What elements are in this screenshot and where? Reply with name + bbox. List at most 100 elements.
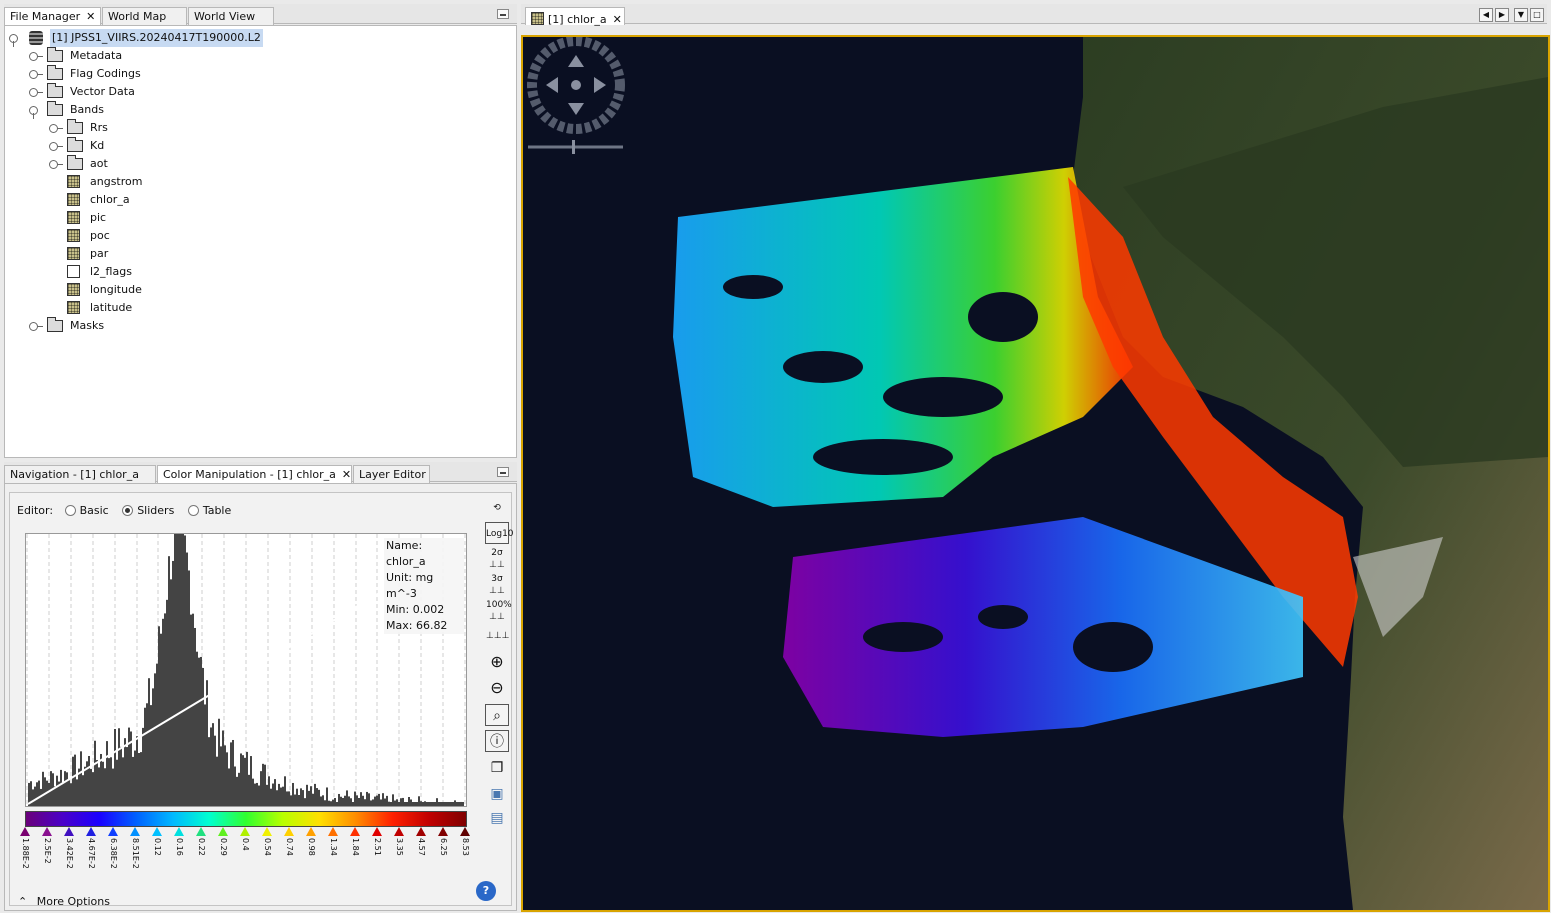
slider-handle[interactable] bbox=[416, 827, 426, 836]
histogram-bar bbox=[344, 795, 346, 806]
tab-image-chlor-a[interactable]: [1] chlor_a ✕ bbox=[525, 7, 625, 26]
histogram-bar bbox=[300, 788, 302, 806]
stretch-2sigma-button[interactable]: 2σ ⊥⊥ bbox=[485, 546, 509, 570]
slider-handle[interactable] bbox=[108, 827, 118, 836]
slider-handle[interactable] bbox=[394, 827, 404, 836]
import-icon[interactable]: ▣ bbox=[485, 782, 509, 804]
histogram-bar bbox=[220, 746, 222, 806]
radio-basic[interactable]: Basic bbox=[64, 504, 109, 517]
slider-handle[interactable] bbox=[240, 827, 250, 836]
tab-color-manipulation[interactable]: Color Manipulation - [1] chlor_a ✕ bbox=[157, 465, 352, 483]
more-options-toggle[interactable]: ⌃ More Options bbox=[18, 895, 110, 908]
histogram-bar bbox=[186, 552, 188, 806]
slider-tick-label: 2.5E-2 bbox=[43, 838, 52, 864]
stretch-100-button[interactable]: 100% ⊥⊥ bbox=[485, 598, 512, 622]
folder-icon bbox=[47, 65, 63, 80]
expand-toggle-icon[interactable] bbox=[9, 34, 18, 47]
band-icon bbox=[67, 175, 80, 188]
expand-toggle-icon[interactable] bbox=[49, 160, 63, 169]
minimize-button[interactable] bbox=[497, 9, 509, 19]
slider-handle[interactable] bbox=[284, 827, 294, 836]
tab-file-manager[interactable]: File Manager ✕ bbox=[4, 7, 101, 25]
expand-toggle-icon[interactable] bbox=[29, 322, 43, 331]
histogram-bar bbox=[218, 718, 220, 806]
radio-sliders[interactable]: Sliders bbox=[122, 504, 174, 517]
stretch-3sigma-button[interactable]: 3σ ⊥⊥ bbox=[485, 572, 509, 596]
slider-handle[interactable] bbox=[372, 827, 382, 836]
expand-toggle-icon[interactable] bbox=[29, 88, 43, 97]
expand-toggle-icon[interactable] bbox=[29, 106, 38, 119]
color-palette-bar[interactable] bbox=[25, 811, 467, 827]
slider-handle[interactable] bbox=[438, 827, 448, 836]
zoom-slider-thumb[interactable] bbox=[572, 140, 575, 154]
radio-label: Table bbox=[202, 504, 232, 517]
slider-handle[interactable] bbox=[42, 827, 52, 836]
zoom-out-icon[interactable]: ⊖ bbox=[485, 676, 509, 698]
log10-button[interactable]: Log10 bbox=[485, 522, 514, 544]
tab-world-view[interactable]: World View bbox=[188, 7, 274, 25]
histogram-area[interactable]: Name: chlor_a Unit: mg m^-3 Min: 0.002 M… bbox=[25, 506, 467, 807]
image-canvas[interactable] bbox=[521, 35, 1550, 912]
scroll-right-button[interactable]: ▶ bbox=[1495, 8, 1509, 22]
slider-handle[interactable] bbox=[350, 827, 360, 836]
histogram-bar bbox=[174, 524, 176, 806]
histogram-bar bbox=[226, 752, 228, 806]
zoom-in-icon[interactable]: ⊕ bbox=[485, 650, 509, 672]
histogram-bar bbox=[392, 794, 394, 806]
dropdown-button[interactable]: ▼ bbox=[1514, 8, 1528, 22]
tab-world-map[interactable]: World Map bbox=[102, 7, 187, 25]
histogram-bar bbox=[230, 742, 232, 806]
slider-handle[interactable] bbox=[152, 827, 162, 836]
histogram-bar bbox=[212, 723, 214, 806]
slider-handle[interactable] bbox=[460, 827, 470, 836]
histogram-bar bbox=[132, 756, 134, 806]
tree-item-label: pic bbox=[90, 211, 107, 224]
export-icon[interactable]: ▤ bbox=[485, 806, 509, 828]
tree-item-label: poc bbox=[90, 229, 110, 242]
slider-handle[interactable] bbox=[262, 827, 272, 836]
histogram-bar bbox=[110, 757, 112, 806]
close-icon[interactable]: ✕ bbox=[342, 468, 351, 481]
histogram-bar bbox=[432, 802, 434, 806]
tab-label: File Manager bbox=[10, 10, 81, 23]
file-tree-panel: [1] JPSS1_VIIRS.20240417T190000.L2 Metad… bbox=[4, 25, 517, 458]
close-icon[interactable]: ✕ bbox=[86, 10, 95, 23]
slider-handle[interactable] bbox=[218, 827, 228, 836]
radio-table[interactable]: Table bbox=[187, 504, 232, 517]
tree-item-label: angstrom bbox=[90, 175, 143, 188]
slider-handle[interactable] bbox=[130, 827, 140, 836]
histogram-bar bbox=[304, 798, 306, 806]
help-icon[interactable]: ? bbox=[476, 881, 496, 901]
maximize-button[interactable]: □ bbox=[1530, 8, 1544, 22]
slider-handle[interactable] bbox=[174, 827, 184, 836]
navigation-control[interactable] bbox=[527, 37, 625, 134]
tab-layer-editor[interactable]: Layer Editor bbox=[353, 465, 430, 483]
slider-handle[interactable] bbox=[306, 827, 316, 836]
distribute-icon[interactable]: ⊥⊥⊥ bbox=[485, 624, 510, 646]
close-icon[interactable]: ✕ bbox=[613, 13, 622, 26]
slider-handle[interactable] bbox=[86, 827, 96, 836]
scroll-left-button[interactable]: ◀ bbox=[1479, 8, 1493, 22]
slider-handle[interactable] bbox=[196, 827, 206, 836]
multi-apply-icon[interactable]: ❐ bbox=[485, 756, 509, 778]
histogram-bar bbox=[96, 760, 98, 806]
tree-item-label: l2_flags bbox=[90, 265, 132, 278]
slider-handle[interactable] bbox=[20, 827, 30, 836]
zoom-horizontal-icon[interactable]: ⌕ bbox=[485, 704, 509, 726]
tab-navigation[interactable]: Navigation - [1] chlor_a bbox=[4, 465, 156, 483]
slider-handle[interactable] bbox=[328, 827, 338, 836]
minimize-button[interactable] bbox=[497, 467, 509, 477]
tree-item-label: Bands bbox=[70, 103, 104, 116]
slider-tick-label: 8.51E-2 bbox=[131, 838, 140, 869]
expand-toggle-icon[interactable] bbox=[29, 70, 43, 79]
expand-toggle-icon[interactable] bbox=[49, 142, 63, 151]
tree-item-label: Flag Codings bbox=[70, 67, 141, 80]
reset-icon[interactable]: ⟲ bbox=[485, 496, 509, 518]
info-icon[interactable]: ⓘ bbox=[485, 730, 509, 752]
histogram-bar bbox=[404, 802, 406, 806]
tree-root-label[interactable]: [1] JPSS1_VIIRS.20240417T190000.L2 bbox=[50, 29, 263, 47]
expand-toggle-icon[interactable] bbox=[49, 124, 63, 133]
expand-toggle-icon[interactable] bbox=[29, 52, 43, 61]
slider-handle[interactable] bbox=[64, 827, 74, 836]
histogram-bar bbox=[328, 800, 330, 806]
